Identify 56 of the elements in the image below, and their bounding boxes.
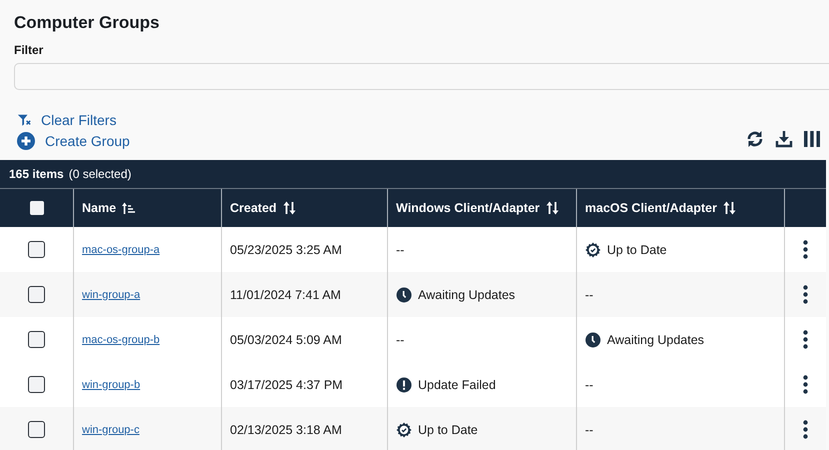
created-date: 05/23/2025 3:25 AM xyxy=(230,242,342,256)
row-checkbox[interactable] xyxy=(28,331,45,348)
row-checkbox[interactable] xyxy=(28,376,45,393)
columns-icon[interactable] xyxy=(803,130,821,148)
refresh-icon[interactable] xyxy=(745,130,765,148)
funnel-cross-icon xyxy=(17,113,31,127)
more-options-icon[interactable] xyxy=(803,330,808,349)
row-checkbox[interactable] xyxy=(28,241,45,258)
filter-field[interactable] xyxy=(14,63,829,90)
created-date: 03/17/2025 4:37 PM xyxy=(230,378,343,392)
more-options-icon[interactable] xyxy=(803,375,808,394)
select-all-checkbox[interactable] xyxy=(30,201,44,215)
status-text: Awaiting Updates xyxy=(418,288,516,302)
download-icon[interactable] xyxy=(775,130,793,148)
sort-icon[interactable] xyxy=(282,201,296,215)
empty-value: -- xyxy=(585,378,594,392)
column-header[interactable]: Created xyxy=(230,201,277,215)
created-date: 05/03/2024 5:09 AM xyxy=(230,332,342,346)
column-header[interactable]: macOS Client/Adapter xyxy=(585,201,717,215)
more-options-icon[interactable] xyxy=(803,420,808,439)
empty-value: -- xyxy=(585,422,594,436)
created-date: 11/01/2024 7:41 AM xyxy=(230,288,341,302)
gear-check-icon xyxy=(396,422,412,438)
page-title: Computer Groups xyxy=(13,12,160,33)
item-count: 165 items xyxy=(9,167,64,181)
row-checkbox[interactable] xyxy=(28,286,45,303)
more-options-icon[interactable] xyxy=(803,285,808,304)
empty-value: -- xyxy=(585,288,594,302)
column-header[interactable]: Name xyxy=(82,201,116,215)
status-text: Up to Date xyxy=(607,242,667,256)
group-name-link[interactable]: mac-os-group-a xyxy=(82,244,160,256)
status-text: Update Failed xyxy=(418,378,496,392)
column-header[interactable]: Windows Client/Adapter xyxy=(396,201,540,215)
create-group-link[interactable]: Create Group xyxy=(45,133,130,149)
empty-value: -- xyxy=(396,242,404,256)
selected-count: (0 selected) xyxy=(68,167,132,181)
clock-icon xyxy=(396,286,412,302)
status-text: Awaiting Updates xyxy=(607,332,704,346)
more-options-icon[interactable] xyxy=(803,240,808,259)
filter-label: Filter xyxy=(14,43,44,57)
plus-circle-icon xyxy=(17,132,35,150)
exclamation-icon xyxy=(396,376,412,392)
sort-ascending-icon[interactable] xyxy=(122,202,136,214)
clock-icon xyxy=(585,332,601,348)
group-name-link[interactable]: win-group-a xyxy=(82,288,140,300)
clear-filters-link[interactable]: Clear Filters xyxy=(41,112,116,128)
group-name-link[interactable]: win-group-c xyxy=(82,424,140,436)
group-name-link[interactable]: win-group-b xyxy=(82,378,140,390)
empty-value: -- xyxy=(396,332,404,346)
sort-icon[interactable] xyxy=(722,201,736,215)
row-checkbox[interactable] xyxy=(28,421,45,438)
gear-check-icon xyxy=(585,242,601,258)
created-date: 02/13/2025 3:18 AM xyxy=(230,422,342,436)
group-name-link[interactable]: mac-os-group-b xyxy=(82,334,160,346)
sort-icon[interactable] xyxy=(546,201,559,215)
status-text: Up to Date xyxy=(418,422,478,436)
